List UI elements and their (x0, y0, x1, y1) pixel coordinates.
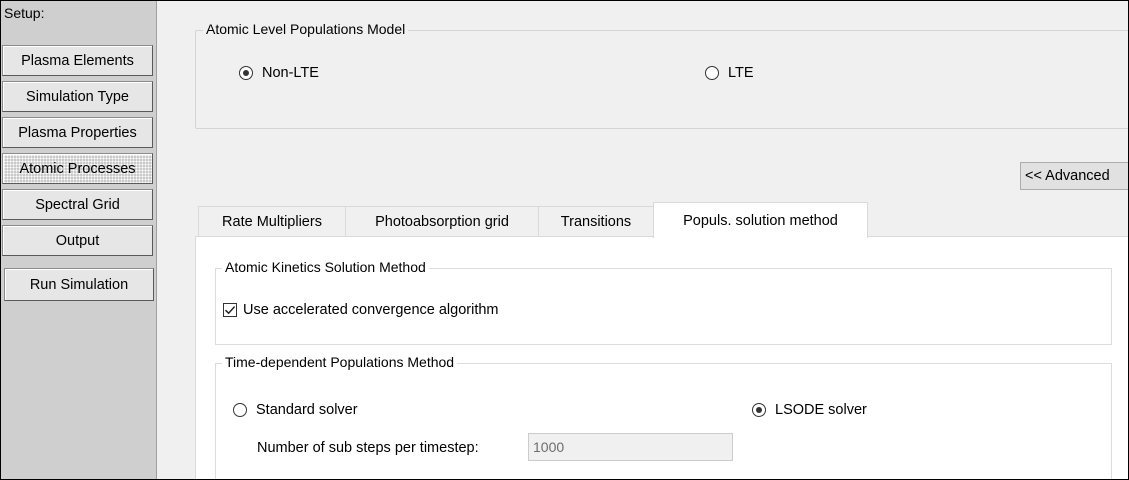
radio-selected-icon (239, 66, 253, 80)
accelerated-convergence-checkbox[interactable]: Use accelerated convergence algorithm (223, 302, 499, 318)
non-lte-radio[interactable]: Non-LTE (239, 65, 319, 81)
populations-model-title: Atomic Level Populations Model (203, 21, 409, 37)
nav-plasma-properties-button[interactable]: Plasma Properties (2, 117, 153, 148)
time-dependent-method-title: Time-dependent Populations Method (222, 354, 458, 370)
standard-solver-radio[interactable]: Standard solver (233, 402, 358, 418)
nav-atomic-processes-button[interactable]: Atomic Processes (2, 153, 153, 184)
tab-populs-solution-method[interactable]: Populs. solution method (653, 202, 868, 238)
advanced-toggle-button[interactable]: << Advanced (1020, 162, 1128, 190)
lte-label: LTE (728, 65, 754, 81)
kinetics-method-title: Atomic Kinetics Solution Method (222, 259, 429, 275)
substeps-input[interactable]: 1000 (528, 433, 733, 461)
tab-rate-multipliers[interactable]: Rate Multipliers (198, 206, 346, 237)
non-lte-label: Non-LTE (262, 65, 319, 81)
checkbox-checked-icon (223, 303, 237, 317)
radio-selected-icon (752, 403, 766, 417)
setup-label: Setup: (4, 5, 45, 21)
nav-spectral-grid-button[interactable]: Spectral Grid (2, 189, 153, 220)
lsode-solver-radio[interactable]: LSODE solver (752, 402, 867, 418)
tab-photoabsorption-grid[interactable]: Photoabsorption grid (345, 206, 539, 237)
setup-sidebar: Setup: Plasma Elements Simulation Type P… (1, 1, 157, 479)
lsode-solver-label: LSODE solver (775, 402, 867, 418)
substeps-label: Number of sub steps per timestep: (257, 440, 479, 456)
tab-transitions[interactable]: Transitions (538, 206, 654, 237)
kinetics-method-group: Atomic Kinetics Solution Method Use acce… (215, 259, 1112, 345)
radio-unselected-icon (233, 403, 247, 417)
nav-plasma-elements-button[interactable]: Plasma Elements (2, 45, 153, 76)
accelerated-convergence-label: Use accelerated convergence algorithm (243, 302, 499, 318)
radio-unselected-icon (705, 66, 719, 80)
main-window: Setup: Plasma Elements Simulation Type P… (0, 0, 1129, 480)
nav-simulation-type-button[interactable]: Simulation Type (2, 81, 153, 112)
time-dependent-method-group: Time-dependent Populations Method Standa… (215, 354, 1112, 479)
standard-solver-label: Standard solver (256, 402, 358, 418)
run-simulation-button[interactable]: Run Simulation (4, 268, 154, 301)
populations-model-group: Atomic Level Populations Model Non-LTE L… (195, 21, 1128, 129)
lte-radio[interactable]: LTE (705, 65, 754, 81)
nav-output-button[interactable]: Output (2, 225, 153, 256)
